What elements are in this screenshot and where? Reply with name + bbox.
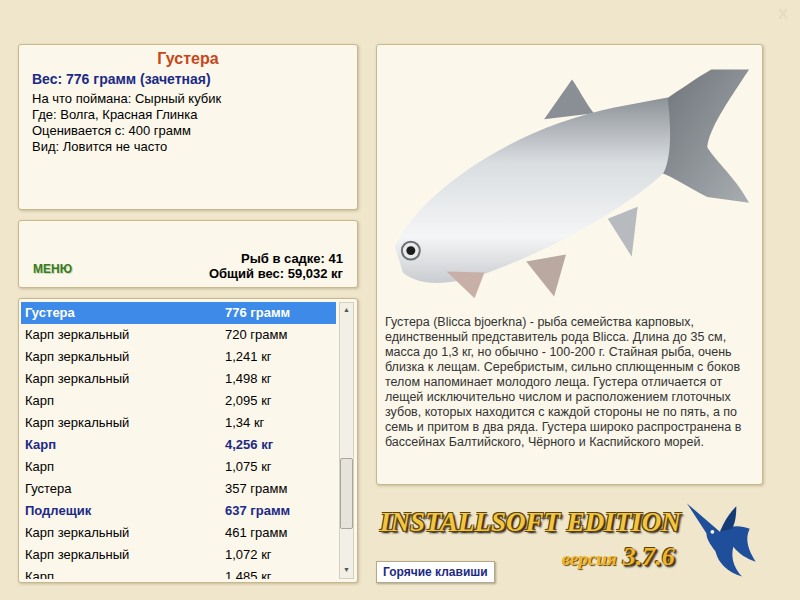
catch-info-line: Где: Волга, Красная Глинка: [32, 107, 344, 123]
catch-info-line: Оценивается с: 400 грамм: [32, 123, 344, 139]
catch-row[interactable]: Карп4,256 кг: [21, 434, 336, 456]
catch-info-line: На что поймана: Сырный кубик: [32, 91, 344, 107]
version-number: 3.7.6: [623, 537, 675, 576]
fish-picture: [377, 45, 762, 311]
fish-name: Карп зеркальный: [25, 545, 225, 565]
fish-weight: 1.485 кг: [225, 567, 272, 579]
fish-weight: 1,075 кг: [225, 457, 272, 477]
fish-name: Подлещик: [25, 501, 225, 521]
catch-weight: Вес: 776 грамм (зачетная): [32, 69, 344, 89]
hotkeys-button[interactable]: Горячие клавиши: [376, 561, 495, 583]
version-label: версия: [562, 545, 617, 574]
fish-name: Карп зеркальный: [25, 369, 225, 389]
catch-row[interactable]: Подлещик637 грамм: [21, 500, 336, 522]
catch-row[interactable]: Густера357 грамм: [21, 478, 336, 500]
fish-weight: 4,256 кг: [225, 435, 273, 455]
fish-name: Карп зеркальный: [25, 523, 225, 543]
logo-title: INSTALLSOFT EDITION: [380, 507, 681, 537]
title-strip: X: [0, 0, 800, 44]
menu-button[interactable]: МЕНЮ: [33, 262, 72, 276]
menu-panel: МЕНЮ Рыб в садке: 41Общий вес: 59,032 кг: [18, 220, 358, 288]
fish-weight: 637 грамм: [225, 501, 290, 521]
game-window: XГустераВес: 776 грамм (зачетная)На что …: [0, 0, 800, 600]
catch-title: Густера: [32, 49, 344, 69]
fish-count: Рыб в садке: 41: [209, 251, 343, 266]
right-column: Густера (Blicca bjoerkna) - рыба семейст…: [376, 44, 763, 583]
catch-row[interactable]: Карп1,075 кг: [21, 456, 336, 478]
fish-weight: 357 грамм: [225, 479, 287, 499]
scroll-track: [340, 318, 353, 563]
fish-icon: [377, 47, 762, 309]
fish-name: Карп зеркальный: [25, 325, 225, 345]
bottom-bar: Горячие клавиши: [376, 559, 763, 583]
catch-row[interactable]: Карп зеркальный1,241 кг: [21, 346, 336, 368]
catch-info-line: Вид: Ловится не часто: [32, 139, 344, 155]
fish-weight: 776 грамм: [225, 303, 290, 323]
fish-weight: 461 грамм: [225, 523, 287, 543]
marlin-icon: [681, 485, 763, 595]
scroll-thumb[interactable]: [340, 458, 353, 529]
fish-weight: 1,072 кг: [225, 545, 272, 565]
main-area: ГустераВес: 776 грамм (зачетная)На что п…: [0, 44, 800, 583]
fish-name: Карп зеркальный: [25, 347, 225, 367]
fish-weight: 1,34 кг: [225, 413, 264, 433]
fish-weight: 1,498 кг: [225, 369, 272, 389]
catch-panel: ГустераВес: 776 грамм (зачетная) На что п…: [18, 44, 358, 210]
fish-description: Густера (Blicca bjoerkna) - рыба семейст…: [377, 311, 762, 450]
fish-weight: 1,241 кг: [225, 347, 272, 367]
catch-row[interactable]: Густера776 грамм: [21, 302, 336, 324]
fish-name: Карп зеркальный: [25, 413, 225, 433]
scroll-up-button[interactable]: ▲: [340, 303, 353, 318]
catch-list: Густера776 граммКарп зеркальный720 грамм…: [21, 302, 336, 579]
fish-name: Густера: [25, 479, 225, 499]
catch-row[interactable]: Карп1.485 кг: [21, 566, 336, 579]
catch-row[interactable]: Карп зеркальный1,498 кг: [21, 368, 336, 390]
fish-name: Карп: [25, 435, 225, 455]
catch-row[interactable]: Карп зеркальный461 грамм: [21, 522, 336, 544]
left-column: ГустераВес: 776 грамм (зачетная)На что п…: [18, 44, 358, 583]
fish-weight: 720 грамм: [225, 325, 287, 345]
logo-version: версия3.7.6: [562, 537, 681, 576]
fish-name: Карп: [25, 457, 225, 477]
catch-row[interactable]: Карп зеркальный1,072 кг: [21, 544, 336, 566]
catch-row[interactable]: Карп2,095 кг: [21, 390, 336, 412]
catch-list-panel: Густера776 граммКарп зеркальный720 грамм…: [18, 298, 358, 583]
total-weight: Общий вес: 59,032 кг: [209, 266, 343, 281]
fish-weight: 2,095 кг: [225, 391, 272, 411]
close-button[interactable]: X: [776, 6, 790, 21]
fish-name: Карп: [25, 567, 225, 579]
scrollbar[interactable]: ▲▼: [339, 302, 354, 579]
catch-row[interactable]: Карп зеркальный720 грамм: [21, 324, 336, 346]
catch-row[interactable]: Карп зеркальный1,34 кг: [21, 412, 336, 434]
fish-name: Карп: [25, 391, 225, 411]
fish-name: Густера: [25, 303, 225, 323]
catch-summary: Рыб в садке: 41Общий вес: 59,032 кг: [209, 251, 343, 281]
scroll-down-button[interactable]: ▼: [340, 563, 353, 578]
fish-info-panel: Густера (Blicca bjoerkna) - рыба семейст…: [376, 44, 763, 485]
